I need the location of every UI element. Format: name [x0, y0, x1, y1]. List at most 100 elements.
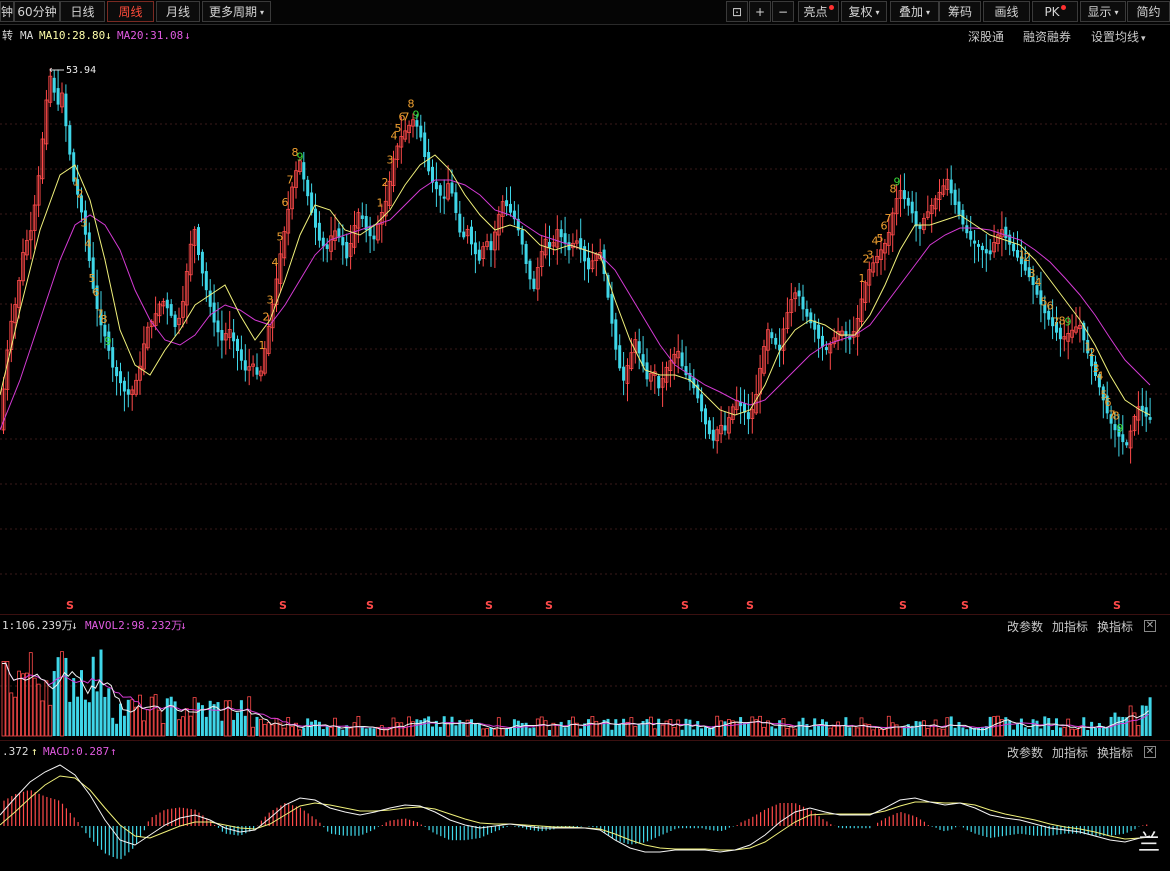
candle-body — [704, 408, 707, 425]
signal-marker: S — [681, 599, 689, 612]
volume-bar — [184, 708, 189, 737]
td-count-label: 3 — [267, 293, 274, 306]
volume-bar — [548, 729, 551, 736]
toolbar-button-日线[interactable]: 日线 — [60, 1, 105, 22]
volume-bar — [539, 716, 544, 737]
toolbar-button-复权[interactable]: 复权 ▾ — [841, 1, 887, 22]
td-count-label: 4 — [1035, 276, 1042, 289]
toolbar-button-label: 月线 — [165, 5, 190, 19]
chevron-down-icon: ▾ — [260, 8, 265, 17]
toolbar-button-周线[interactable]: 周线 — [107, 1, 154, 22]
volume-bar — [571, 716, 575, 737]
plus-icon[interactable]: + — [749, 1, 771, 22]
vol-switch-indicator-link[interactable]: 换指标 — [1097, 618, 1133, 635]
td-count-label: 5 — [89, 272, 96, 285]
volume-bar — [734, 721, 739, 737]
candle-body — [314, 208, 317, 228]
macd-switch-indicator-link[interactable]: 换指标 — [1097, 744, 1133, 761]
chevron-down-icon: ▾ — [875, 8, 880, 17]
volume-bar — [660, 724, 665, 737]
toolbar-button-60分钟[interactable]: 60分钟 — [14, 1, 60, 22]
td-count-label: 1 — [73, 175, 80, 188]
ma-settings-link[interactable]: 设置均线 ▾ — [1091, 28, 1146, 45]
volume-bar — [922, 720, 926, 737]
volume-bar — [535, 718, 540, 737]
candle-body — [622, 366, 626, 381]
chevron-down-icon: ▾ — [1141, 33, 1146, 43]
td-count-label: 6 — [1047, 299, 1054, 312]
candle-body — [1121, 434, 1125, 443]
candle-body — [115, 366, 119, 377]
volume-bar — [431, 726, 434, 736]
td-count-label: 7 — [885, 212, 892, 225]
volume-bar — [481, 728, 486, 737]
volume-bar — [1, 661, 6, 737]
minus-icon[interactable]: − — [772, 1, 794, 22]
volume-bar — [700, 728, 704, 736]
candle-body — [505, 200, 509, 207]
vol-edit-params-link[interactable]: 改参数 — [1007, 618, 1043, 635]
volume-bar — [17, 670, 22, 737]
volume-bar — [122, 715, 126, 736]
candle-body — [1004, 226, 1008, 239]
volume-bar — [220, 720, 224, 736]
td-count-label: 9 — [894, 175, 901, 188]
volume-bar — [180, 716, 185, 737]
close-icon[interactable]: ✕ — [1144, 620, 1156, 632]
candle-body — [165, 299, 169, 309]
shenzhen-connect-link[interactable]: 深股通 — [968, 28, 1004, 45]
toolbar-button-PK[interactable]: PK — [1032, 1, 1078, 22]
chevron-down-icon: ▾ — [1114, 8, 1119, 17]
volume-bar — [1031, 719, 1035, 736]
toolbar-button-画线[interactable]: 画线 — [983, 1, 1030, 22]
candle-body — [236, 338, 239, 351]
volume-bar — [119, 703, 122, 736]
volume-bar — [719, 720, 723, 737]
toolbar-button-简约[interactable]: 简约 — [1127, 1, 1170, 22]
toolbar-button-label: 叠加 — [898, 5, 923, 19]
candlestick-chart[interactable]: ← 53.94123456789 1234567891234567891234567… — [0, 44, 1170, 614]
macd-add-indicator-link[interactable]: 加指标 — [1052, 744, 1088, 761]
candle-body — [126, 389, 130, 395]
volume-bar — [500, 727, 505, 737]
candle-body — [302, 162, 306, 180]
toolbar-button-label: 日线 — [70, 5, 95, 19]
volume-bar — [1097, 723, 1101, 736]
signal-marker: S — [485, 599, 493, 612]
volume-bar — [251, 726, 256, 737]
toolbar-button-叠加[interactable]: 叠加 ▾ — [890, 1, 939, 22]
macd-edit-params-link[interactable]: 改参数 — [1007, 744, 1043, 761]
toolbar-button-亮点[interactable]: 亮点 — [798, 1, 839, 22]
candle-body — [821, 335, 824, 347]
lock-icon[interactable]: ⊡ — [726, 1, 748, 22]
toolbar-button-更多周期[interactable]: 更多周期 ▾ — [202, 1, 271, 22]
toolbar-button-显示[interactable]: 显示 ▾ — [1080, 1, 1126, 22]
volume-bar — [329, 727, 334, 737]
candle-body — [111, 347, 115, 368]
volume-bar — [95, 691, 99, 736]
close-icon[interactable]: ✕ — [1144, 746, 1156, 758]
macd-chart[interactable] — [0, 762, 1170, 870]
candle-body — [774, 337, 778, 345]
volume-bar — [290, 726, 295, 737]
volume-bar — [314, 720, 317, 736]
volume-bar — [282, 727, 287, 737]
td-count-label: 5 — [395, 122, 402, 135]
volume-bar — [462, 722, 466, 736]
toolbar-button-筹码[interactable]: 筹码 — [939, 1, 981, 22]
volume-bar — [925, 728, 930, 737]
volume-bar — [859, 717, 864, 737]
vol-add-indicator-link[interactable]: 加指标 — [1052, 618, 1088, 635]
volume-bar — [684, 718, 688, 736]
candle-body — [965, 225, 969, 234]
toolbar-button-月线[interactable]: 月线 — [156, 1, 200, 22]
candle-body — [977, 244, 980, 247]
volume-bar — [821, 719, 824, 736]
volume-bar — [1062, 727, 1067, 737]
volume-chart[interactable] — [0, 636, 1170, 738]
volume-bar — [657, 718, 661, 736]
volume-bar — [44, 680, 49, 737]
margin-trading-link[interactable]: 融资融券 — [1023, 28, 1071, 45]
candle-body — [809, 312, 813, 324]
toolbar-button-钟[interactable]: 钟 — [0, 1, 14, 22]
